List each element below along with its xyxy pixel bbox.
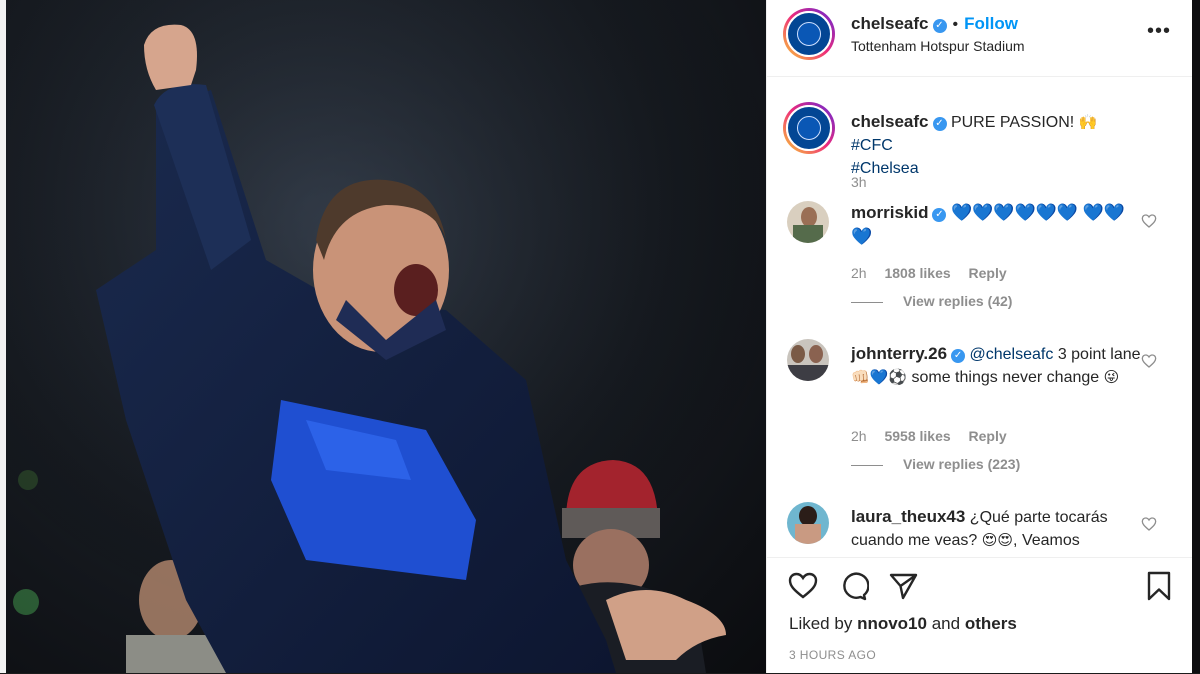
separator-dot: • <box>952 16 959 33</box>
window-edge-right <box>1192 0 1200 673</box>
caption-username[interactable]: chelseafc <box>851 112 929 131</box>
fist-heart-ball-emoji: 👊🏻💙⚽ <box>851 369 908 386</box>
comment-meta: 2h 1808 likes Reply <box>851 265 1007 281</box>
liked-by-user-link[interactable]: nnovo10 <box>857 614 927 633</box>
comments-list[interactable]: chelseafc ✓ PURE PASSION! 🙌 #CFC #Chelsea… <box>767 77 1193 557</box>
verified-badge-icon: ✓ <box>932 19 947 33</box>
more-options-icon[interactable]: ••• <box>1147 20 1171 43</box>
chelsea-crest-icon <box>786 105 832 151</box>
post-time-ago[interactable]: 3 HOURS AGO <box>789 648 876 662</box>
comment-text: morriskid ✓ 💙💙💙💙💙💙 💙💙💙 <box>851 201 1141 249</box>
liked-by-prefix: Liked by <box>789 614 853 633</box>
view-replies-label: View replies (42) <box>903 293 1013 309</box>
like-comment-heart-icon[interactable] <box>1141 516 1157 532</box>
save-bookmark-icon[interactable] <box>1143 570 1175 602</box>
post-side-panel: chelseafc ✓ • Follow Tottenham Hotspur Stad… <box>766 0 1193 673</box>
comment-likes[interactable]: 5958 likes <box>884 428 950 444</box>
author-username[interactable]: chelseafc <box>851 14 929 33</box>
comment-body: 3 point lane <box>1057 346 1141 363</box>
view-replies-button[interactable]: View replies (223) <box>851 456 1020 472</box>
share-paper-plane-icon[interactable] <box>887 570 919 602</box>
caption-avatar[interactable] <box>783 102 835 154</box>
liked-by-others-link[interactable]: others <box>965 614 1017 633</box>
verified-badge-icon: ✓ <box>932 117 947 131</box>
follow-button[interactable]: Follow <box>964 14 1018 33</box>
like-comment-heart-icon[interactable] <box>1141 353 1157 369</box>
verified-badge-icon: ✓ <box>951 349 966 363</box>
comment-username[interactable]: johnterry.26 <box>851 344 947 363</box>
comment-time[interactable]: 2h <box>851 265 867 281</box>
post-location[interactable]: Tottenham Hotspur Stadium <box>851 38 1025 54</box>
comment-bubble-icon[interactable] <box>837 570 869 602</box>
hashtag-cfc[interactable]: #CFC <box>851 137 893 154</box>
liked-by-and: and <box>931 614 961 633</box>
caption-body: PURE PASSION! <box>950 114 1075 131</box>
comment-meta: 2h 5958 likes Reply <box>851 428 1007 444</box>
like-comment-heart-icon[interactable] <box>1141 213 1157 229</box>
comment-avatar[interactable] <box>787 201 829 243</box>
caption-text: chelseafc ✓ PURE PASSION! 🙌 #CFC #Chelsea <box>851 110 1141 180</box>
mention-link[interactable]: @chelseafc <box>970 346 1054 363</box>
verified-badge-icon: ✓ <box>932 208 947 222</box>
post-actions: Liked by nnovo10 and others 3 HOURS AGO <box>767 557 1193 674</box>
reply-button[interactable]: Reply <box>969 428 1007 444</box>
comment-body-continued: some things never change <box>911 369 1100 386</box>
comment-avatar[interactable] <box>787 339 829 381</box>
heart-eyes-emoji: 😍😍 <box>981 532 1014 549</box>
post-header: chelseafc ✓ • Follow Tottenham Hotspur Stad… <box>767 0 1193 77</box>
comment-avatar[interactable] <box>787 502 829 544</box>
comment-text: laura_theux43 ¿Qué parte tocarás cuando … <box>851 505 1141 552</box>
comment-likes[interactable]: 1808 likes <box>884 265 950 281</box>
comment-text: johnterry.26 ✓ @chelseafc 3 point lane 👊🏻… <box>851 342 1141 389</box>
header-user-line: chelseafc ✓ • Follow <box>851 14 1018 34</box>
like-heart-icon[interactable] <box>787 570 819 602</box>
view-replies-label: View replies (223) <box>903 456 1021 472</box>
liked-by-line: Liked by nnovo10 and others <box>789 614 1017 634</box>
comment-username[interactable]: morriskid <box>851 203 928 222</box>
raising-hands-emoji: 🙌 <box>1078 114 1098 131</box>
post-photo-illustration <box>6 0 766 673</box>
post-photo[interactable] <box>6 0 766 673</box>
caption-time[interactable]: 3h <box>851 174 867 190</box>
winking-tongue-emoji: 😜 <box>1103 369 1120 386</box>
comment-username[interactable]: laura_theux43 <box>851 507 965 526</box>
comment-time[interactable]: 2h <box>851 428 867 444</box>
author-avatar[interactable] <box>783 8 835 60</box>
view-replies-button[interactable]: View replies (42) <box>851 293 1012 309</box>
chelsea-crest-icon <box>786 11 832 57</box>
reply-button[interactable]: Reply <box>969 265 1007 281</box>
comment-body-continued: , Veamos <box>1013 532 1080 549</box>
